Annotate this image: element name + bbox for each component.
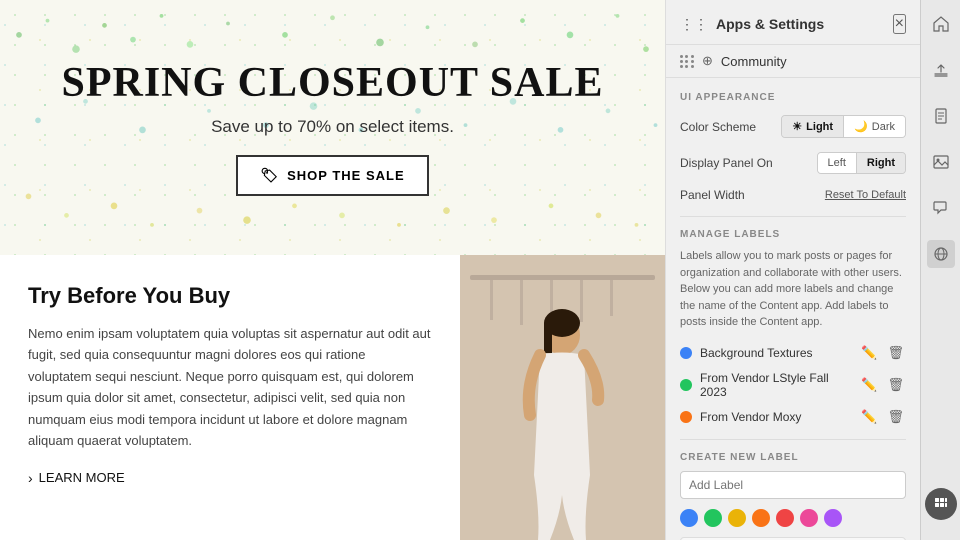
- color-swatches: [680, 509, 906, 527]
- label-actions: ✏️ 🗑: [859, 343, 906, 363]
- light-mode-button[interactable]: Light: [782, 116, 843, 137]
- label-color-dot: [680, 379, 692, 391]
- color-scheme-row: Color Scheme Light Dark: [680, 115, 906, 138]
- label-row: From Vendor LStyle Fall 2023 ✏️ 🗑: [680, 371, 906, 399]
- label-actions: ✏️ 🗑: [859, 375, 906, 395]
- below-hero-section: Try Before You Buy Nemo enim ipsam volup…: [0, 255, 665, 540]
- fashion-figure-svg: [460, 255, 665, 540]
- label-row: Background Textures ✏️ 🗑: [680, 343, 906, 363]
- light-label: Light: [806, 121, 833, 133]
- create-new-label-button[interactable]: Create New Label: [680, 537, 906, 540]
- delete-label-button[interactable]: 🗑: [885, 375, 906, 395]
- label-name: From Vendor Moxy: [700, 410, 851, 424]
- edit-label-button[interactable]: ✏️: [859, 343, 879, 363]
- body-text: Nemo enim ipsam voluptatem quia voluptas…: [28, 323, 432, 452]
- main-content: SPRING CLOSEOUT SALE Save up to 70% on s…: [0, 0, 665, 540]
- label-name: Background Textures: [700, 346, 851, 360]
- display-panel-row: Display Panel On Left Right: [680, 152, 906, 174]
- label-color-dot: [680, 347, 692, 359]
- upload-icon-button[interactable]: [927, 56, 955, 84]
- tag-icon: 🏷: [260, 167, 279, 184]
- color-swatch[interactable]: [776, 509, 794, 527]
- shop-the-sale-button[interactable]: 🏷 SHOP THE SALE: [236, 155, 428, 196]
- panel-body: UI APPEARANCE Color Scheme Light Dark Di…: [666, 78, 920, 540]
- document-icon-button[interactable]: [927, 102, 955, 130]
- text-section: Try Before You Buy Nemo enim ipsam volup…: [0, 255, 460, 540]
- right-label: Right: [867, 157, 895, 169]
- moon-icon: [854, 120, 868, 133]
- panel-header: ⋮⋮ Apps & Settings ×: [666, 0, 920, 45]
- panel-width-label: Panel Width: [680, 188, 745, 202]
- divider: [680, 216, 906, 217]
- ui-appearance-title: UI APPEARANCE: [680, 92, 906, 103]
- label-color-dot: [680, 411, 692, 423]
- apps-grid-icon: ⋮⋮: [680, 16, 708, 33]
- create-label-title: CREATE NEW LABEL: [680, 452, 906, 463]
- create-label-section: CREATE NEW LABEL Create New Label: [680, 452, 906, 540]
- delete-label-button[interactable]: 🗑: [885, 343, 906, 363]
- shop-btn-label: SHOP THE SALE: [287, 168, 405, 183]
- edge-icons-panel: [920, 0, 960, 540]
- right-panel: ⋮⋮ Apps & Settings × ⊕ Community UI APPE…: [665, 0, 920, 540]
- color-swatch[interactable]: [824, 509, 842, 527]
- label-row: From Vendor Moxy ✏️ 🗑: [680, 407, 906, 427]
- display-panel-label: Display Panel On: [680, 156, 773, 170]
- color-scheme-toggle: Light Dark: [781, 115, 906, 138]
- learn-more-button[interactable]: › LEARN MORE: [28, 470, 125, 486]
- section-heading: Try Before You Buy: [28, 283, 432, 309]
- fashion-image: [460, 255, 665, 540]
- learn-more-label: LEARN MORE: [39, 470, 125, 485]
- apps-menu-button[interactable]: [925, 488, 957, 520]
- add-label-input[interactable]: [680, 471, 906, 499]
- color-swatch[interactable]: [704, 509, 722, 527]
- manage-labels-title: MANAGE LABELS: [680, 229, 906, 240]
- left-panel-button[interactable]: Left: [818, 153, 856, 173]
- hero-subtitle: Save up to 70% on select items.: [211, 117, 454, 137]
- chat-icon-button[interactable]: [927, 194, 955, 222]
- manage-labels-desc: Labels allow you to mark posts or pages …: [680, 248, 906, 331]
- left-label: Left: [828, 157, 846, 169]
- dark-label: Dark: [872, 121, 895, 133]
- color-scheme-label: Color Scheme: [680, 120, 756, 134]
- edit-label-button[interactable]: ✏️: [859, 407, 879, 427]
- image-icon-button[interactable]: [927, 148, 955, 176]
- panel-header-left: ⋮⋮ Apps & Settings: [680, 16, 824, 33]
- color-swatch[interactable]: [680, 509, 698, 527]
- labels-list: Background Textures ✏️ 🗑 From Vendor LSt…: [680, 343, 906, 427]
- chevron-right-icon: ›: [28, 470, 33, 486]
- panel-nav: ⊕ Community: [666, 45, 920, 78]
- nav-dots-icon: [680, 55, 694, 68]
- label-name: From Vendor LStyle Fall 2023: [700, 371, 851, 399]
- globe-icon-button[interactable]: [927, 240, 955, 268]
- panel-width-row: Panel Width Reset To Default: [680, 188, 906, 202]
- sun-icon: [792, 120, 802, 133]
- community-link[interactable]: Community: [721, 54, 787, 69]
- hero-banner: SPRING CLOSEOUT SALE Save up to 70% on s…: [0, 0, 665, 255]
- edit-label-button[interactable]: ✏️: [859, 375, 879, 395]
- color-swatch[interactable]: [752, 509, 770, 527]
- dark-mode-button[interactable]: Dark: [843, 116, 905, 137]
- delete-label-button[interactable]: 🗑: [885, 407, 906, 427]
- home-icon-button[interactable]: [927, 10, 955, 38]
- hero-title: SPRING CLOSEOUT SALE: [61, 59, 603, 107]
- divider-2: [680, 439, 906, 440]
- label-actions: ✏️ 🗑: [859, 407, 906, 427]
- color-swatch[interactable]: [728, 509, 746, 527]
- right-panel-button[interactable]: Right: [856, 153, 905, 173]
- close-panel-button[interactable]: ×: [893, 14, 906, 34]
- color-swatch[interactable]: [800, 509, 818, 527]
- reset-to-default-button[interactable]: Reset To Default: [825, 189, 906, 201]
- panel-title: Apps & Settings: [716, 16, 824, 32]
- display-panel-toggle: Left Right: [817, 152, 906, 174]
- fashion-image-section: [460, 255, 665, 540]
- community-icon: ⊕: [702, 53, 713, 69]
